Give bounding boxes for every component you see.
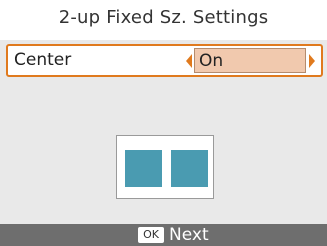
footer-bar: OK Next (0, 224, 327, 246)
arrow-left-icon[interactable] (186, 54, 192, 68)
setting-label: Center (14, 50, 72, 70)
ok-button-icon[interactable]: OK (138, 227, 164, 243)
setting-value: On (199, 51, 224, 71)
center-setting-row[interactable]: Center On (6, 44, 323, 77)
page-title: 2-up Fixed Sz. Settings (58, 7, 269, 28)
photo-slot-2 (171, 150, 208, 187)
title-bar: 2-up Fixed Sz. Settings (0, 0, 327, 40)
setting-value-box[interactable]: On (194, 48, 306, 73)
next-button-label[interactable]: Next (169, 224, 209, 246)
arrow-right-icon[interactable] (309, 54, 315, 68)
screen: 2-up Fixed Sz. Settings Center On OK Nex… (0, 0, 327, 246)
layout-preview (116, 135, 214, 199)
photo-slot-1 (125, 150, 162, 187)
